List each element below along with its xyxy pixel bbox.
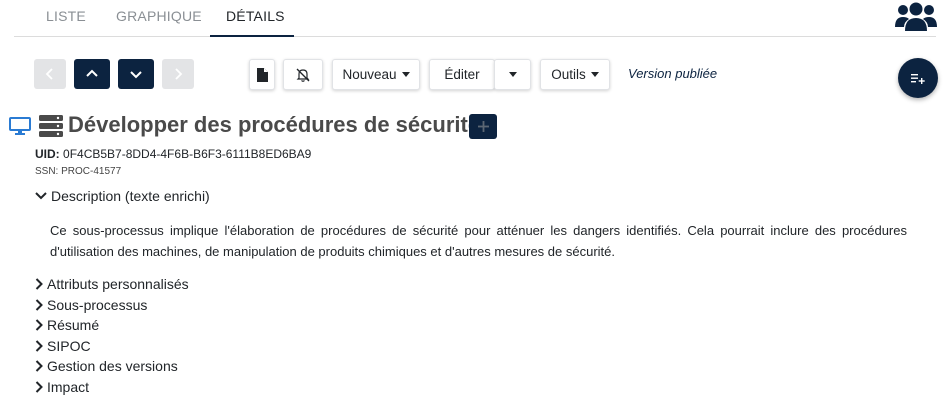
chevron-right-icon <box>35 360 43 372</box>
caret-down-icon <box>508 72 517 77</box>
bell-slash-icon <box>296 68 310 82</box>
tab-divider <box>14 36 936 37</box>
chevron-right-icon <box>175 68 183 80</box>
editer-label: Éditer <box>444 67 480 82</box>
plus-icon <box>477 121 489 132</box>
section-impact-toggle[interactable]: Impact <box>35 379 89 395</box>
server-icon <box>39 115 63 137</box>
add-button[interactable] <box>469 114 497 139</box>
add-to-list-button[interactable] <box>898 58 938 98</box>
chevron-right-icon <box>35 319 43 331</box>
outils-dropdown[interactable]: Outils <box>540 59 610 90</box>
uid-value: 0F4CB5B7-8DD4-4F6B-B6F3-6111B8ED6BA9 <box>63 147 312 161</box>
desktop-icon <box>9 117 31 135</box>
description-text: Ce sous-processus implique l'élaboration… <box>50 223 907 259</box>
chevron-left-icon <box>45 68 53 80</box>
section-subprocesses-toggle[interactable]: Sous-processus <box>35 297 147 313</box>
section-description-label: Description (texte enrichi) <box>51 188 210 204</box>
previous-button[interactable] <box>34 59 66 89</box>
section-label: Impact <box>47 379 90 395</box>
chevron-right-icon <box>35 278 43 290</box>
notifications-off-button[interactable] <box>283 59 323 90</box>
outils-label: Outils <box>551 67 586 82</box>
uid-label: UID: <box>35 147 60 161</box>
section-label: Gestion des versions <box>47 358 178 374</box>
ssn-value: SSN: PROC-41577 <box>35 166 122 177</box>
tab-graphique[interactable]: GRAPHIQUE <box>116 8 202 24</box>
editer-button[interactable]: Éditer <box>429 59 495 90</box>
section-description-toggle[interactable]: Description (texte enrichi) <box>35 188 210 204</box>
editer-dropdown-toggle[interactable] <box>494 59 531 90</box>
chevron-down-icon <box>35 192 47 200</box>
section-label: Sous-processus <box>47 297 148 313</box>
users-icon[interactable] <box>895 1 937 33</box>
move-down-button[interactable] <box>118 59 154 89</box>
nouveau-label: Nouveau <box>342 67 397 82</box>
tab-bar: LISTE GRAPHIQUE DÉTAILS <box>0 0 950 40</box>
chevron-up-icon <box>86 69 98 77</box>
chevron-right-icon <box>35 340 43 352</box>
playlist-add-icon <box>911 74 925 84</box>
section-custom-attributes-toggle[interactable]: Attributs personnalisés <box>35 276 189 292</box>
section-sipoc-toggle[interactable]: SIPOC <box>35 338 91 354</box>
move-up-button[interactable] <box>74 59 110 89</box>
document-button[interactable] <box>249 59 275 90</box>
active-tab-indicator <box>210 35 294 37</box>
section-summary-toggle[interactable]: Résumé <box>35 317 99 333</box>
section-version-management-toggle[interactable]: Gestion des versions <box>35 358 178 374</box>
version-status: Version publiée <box>628 66 718 81</box>
tab-details[interactable]: DÉTAILS <box>226 8 285 24</box>
chevron-right-icon <box>35 381 43 393</box>
chevron-right-icon <box>35 299 43 311</box>
nouveau-dropdown[interactable]: Nouveau <box>332 59 420 90</box>
uid-row: UID: 0F4CB5B7-8DD4-4F6B-B6F3-6111B8ED6BA… <box>35 147 311 161</box>
caret-down-icon <box>401 72 410 77</box>
section-label: SIPOC <box>47 338 91 354</box>
tab-liste[interactable]: LISTE <box>46 8 86 24</box>
page-title: Développer des procédures de sécurité <box>68 112 481 137</box>
chevron-down-icon <box>130 71 142 79</box>
file-icon <box>256 67 268 82</box>
next-button[interactable] <box>162 59 194 89</box>
section-label: Résumé <box>47 317 100 333</box>
caret-down-icon <box>590 72 599 77</box>
section-label: Attributs personnalisés <box>47 276 189 292</box>
